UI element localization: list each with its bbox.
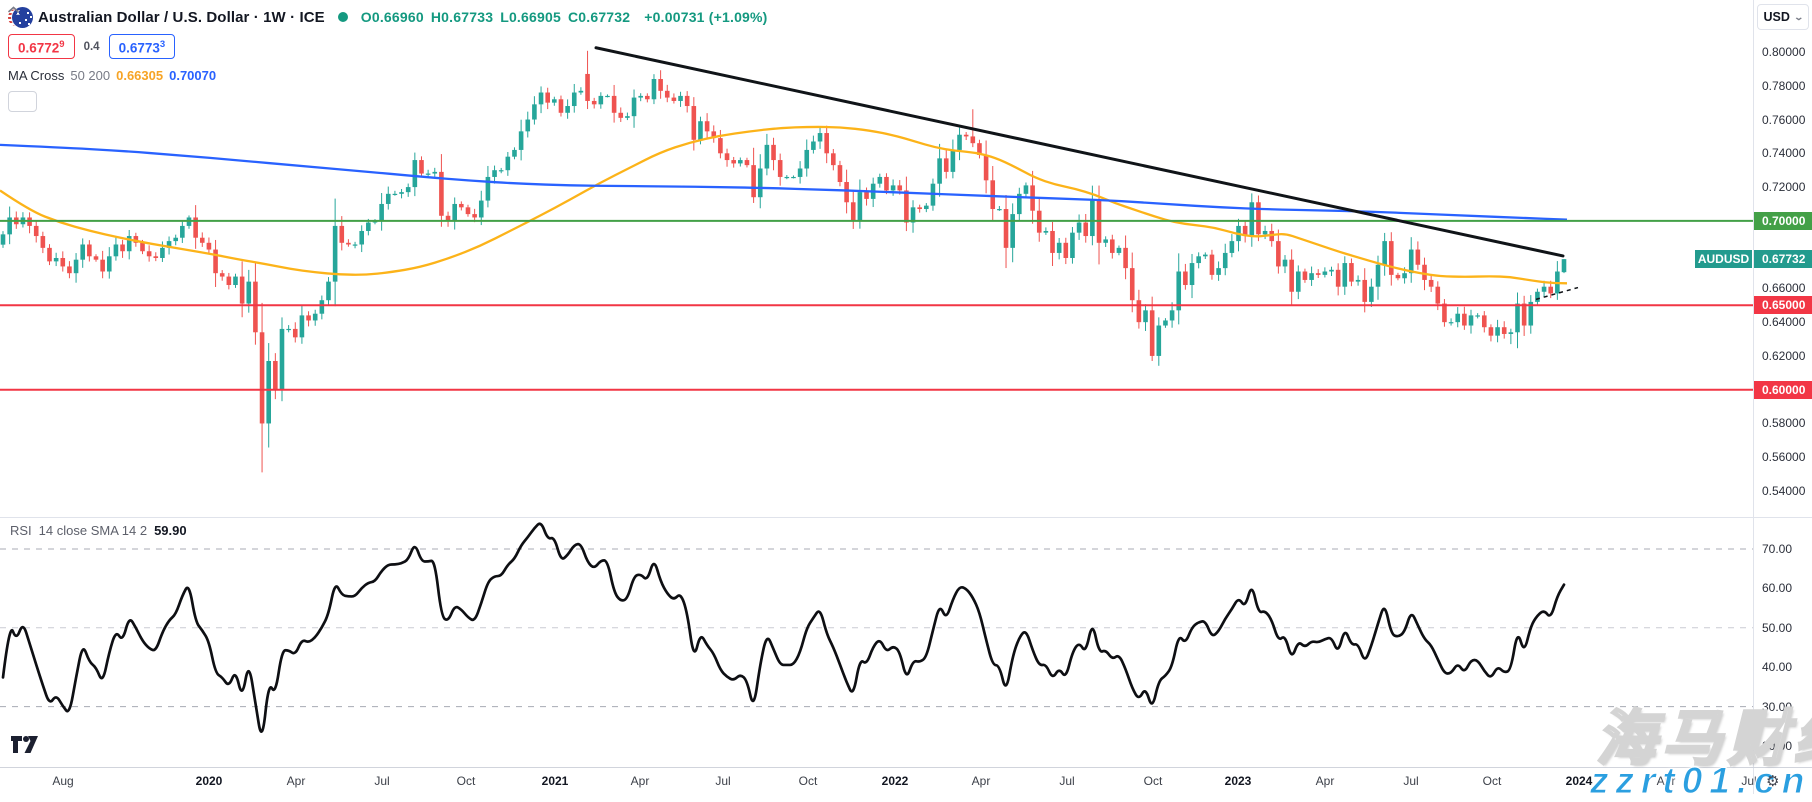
indicator-name: MA Cross xyxy=(8,68,64,83)
time-axis-label[interactable]: 2020 xyxy=(196,774,223,788)
symbol-price-tag: AUDUSD xyxy=(1695,250,1752,268)
price-tick-label: 0.76000 xyxy=(1762,113,1805,127)
sell-price-button[interactable]: 0.67729 xyxy=(8,34,75,60)
currency-label: USD xyxy=(1764,10,1790,24)
chevron-up-icon xyxy=(8,6,19,13)
indicator-params: 50 200 xyxy=(70,68,110,83)
time-axis-label[interactable]: Aug xyxy=(52,774,73,788)
ma-cross-legend[interactable]: MA Cross 50 200 0.66305 0.70070 xyxy=(8,67,775,83)
chevron-down-icon: ⌄ xyxy=(1793,12,1804,23)
ma-slow-value: 0.70070 xyxy=(169,68,216,83)
candles xyxy=(1,51,1567,473)
change-value: +0.00731 (+1.09%) xyxy=(644,9,767,25)
price-tick-label: 0.64000 xyxy=(1762,315,1805,329)
time-axis-label[interactable]: Jul xyxy=(374,774,389,788)
price-tick-label: 0.80000 xyxy=(1762,45,1805,59)
rsi-name: RSI xyxy=(10,523,32,538)
time-axis-label[interactable]: Jul xyxy=(715,774,730,788)
rsi-pane xyxy=(0,524,1753,732)
price-tick-label: 0.62000 xyxy=(1762,349,1805,363)
buy-price-button[interactable]: 0.67733 xyxy=(109,34,176,60)
rsi-tick-label: 70.00 xyxy=(1762,542,1792,556)
tradingview-logo[interactable] xyxy=(11,736,41,755)
candlestick-chart[interactable] xyxy=(0,0,1812,794)
time-axis-label[interactable]: Oct xyxy=(799,774,818,788)
time-axis-border xyxy=(0,767,1812,768)
rsi-params: 14 close SMA 14 2 xyxy=(39,523,147,538)
price-tick-label: 0.78000 xyxy=(1762,79,1805,93)
level-price-tag: 0.60000 xyxy=(1754,381,1812,399)
time-axis-label[interactable]: 2023 xyxy=(1225,774,1252,788)
price-tick-label: 0.74000 xyxy=(1762,146,1805,160)
time-axis-label[interactable]: 2024 xyxy=(1566,774,1593,788)
price-tick-label: 0.58000 xyxy=(1762,416,1805,430)
time-axis-label[interactable]: Jul xyxy=(1403,774,1418,788)
time-axis-label[interactable]: 2022 xyxy=(882,774,909,788)
ohlc-item: H0.67733 xyxy=(431,9,493,25)
rsi-tick-label: 50.00 xyxy=(1762,621,1792,635)
rsi-legend[interactable]: RSI 14 close SMA 14 2 59.90 xyxy=(10,523,187,538)
ohlc-item: L0.66905 xyxy=(500,9,561,25)
time-axis-label[interactable]: Jul xyxy=(1059,774,1074,788)
time-axis-label[interactable]: Apr xyxy=(1657,774,1676,788)
symbol-title[interactable]: Australian Dollar / U.S. Dollar · 1W · I… xyxy=(38,9,325,26)
spread-value: 0.4 xyxy=(84,41,100,53)
rsi-tick-label: 30.00 xyxy=(1762,700,1792,714)
pane-separator[interactable] xyxy=(0,517,1812,518)
last-price-tag: 0.67732 xyxy=(1754,250,1812,268)
market-status-icon[interactable] xyxy=(338,12,348,22)
rsi-tick-label: 60.00 xyxy=(1762,581,1792,595)
price-tick-label: 0.72000 xyxy=(1762,180,1805,194)
time-axis-label[interactable]: Jul xyxy=(1741,774,1756,788)
price-tick-label: 0.66000 xyxy=(1762,281,1805,295)
time-axis-label[interactable]: Oct xyxy=(1144,774,1163,788)
ma-fast-value: 0.66305 xyxy=(116,68,163,83)
ma-slow-line xyxy=(0,145,1567,220)
ohlc-item: O0.66960 xyxy=(361,9,424,25)
time-axis-label[interactable]: Apr xyxy=(972,774,991,788)
rsi-tick-label: 20.00 xyxy=(1762,739,1792,753)
time-axis-label[interactable]: Apr xyxy=(287,774,306,788)
level-price-tag: 0.65000 xyxy=(1754,296,1812,314)
time-axis-label[interactable]: Apr xyxy=(631,774,650,788)
time-axis-label[interactable]: 2021 xyxy=(542,774,569,788)
chart-window: Australian Dollar / U.S. Dollar · 1W · I… xyxy=(0,0,1812,794)
axis-settings-gear-icon[interactable]: ⚙ xyxy=(1766,772,1779,790)
level-price-tag: 0.70000 xyxy=(1754,212,1812,230)
time-axis-label[interactable]: Oct xyxy=(457,774,476,788)
ohlc-item: C0.67732 xyxy=(568,9,630,25)
price-tick-label: 0.54000 xyxy=(1762,484,1805,498)
time-axis-label[interactable]: Apr xyxy=(1316,774,1335,788)
time-axis-label[interactable]: Oct xyxy=(1483,774,1502,788)
symbol-legend: Australian Dollar / U.S. Dollar · 1W · I… xyxy=(8,6,775,112)
currency-selector-button[interactable]: USD ⌄ xyxy=(1757,4,1809,30)
rsi-tick-label: 40.00 xyxy=(1762,660,1792,674)
collapse-legend-button[interactable] xyxy=(8,91,37,112)
price-tick-label: 0.56000 xyxy=(1762,450,1805,464)
rsi-value: 59.90 xyxy=(154,523,187,538)
ohlc-values: O0.66960 H0.67733 L0.66905 C0.67732 +0.00731… xyxy=(361,9,775,25)
